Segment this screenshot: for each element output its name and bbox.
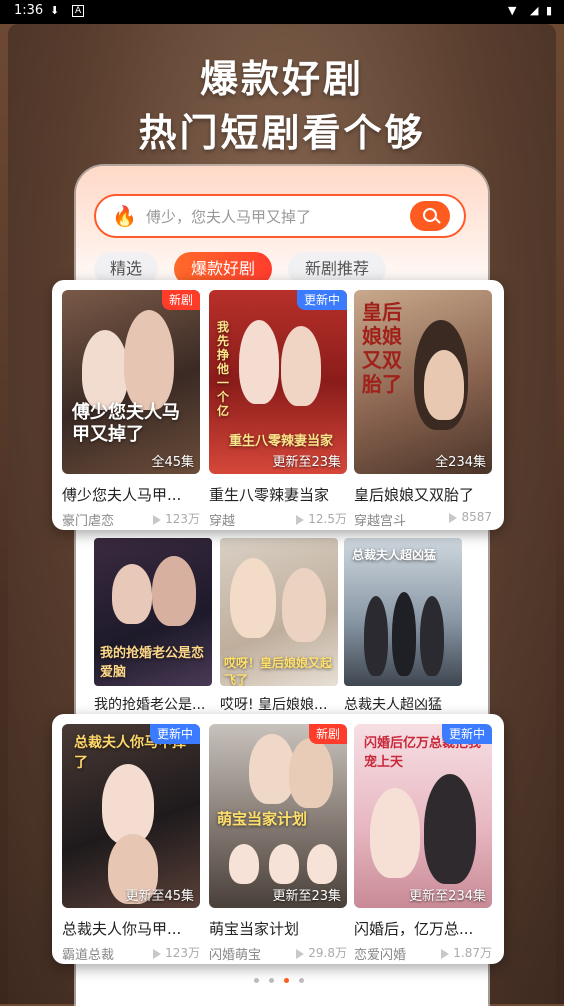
status-badge: 新剧 xyxy=(161,290,200,310)
page-dot[interactable] xyxy=(254,978,259,983)
play-count: 123万 xyxy=(153,510,200,527)
play-icon xyxy=(441,948,450,959)
poster-title-text: 傅少您夫人马甲又掉了 xyxy=(72,402,180,445)
genre-tag: 穿越宫斗 xyxy=(354,514,407,529)
play-count: 29.8万 xyxy=(296,944,347,961)
page-dot[interactable] xyxy=(299,978,304,983)
page-dot[interactable] xyxy=(269,978,274,983)
drama-title: 闪婚后，亿万总... xyxy=(354,920,474,938)
drama-title: 傅少您夫人马甲... xyxy=(62,486,182,504)
status-badge: 新剧 xyxy=(308,724,347,744)
fire-icon: 🔥 xyxy=(112,204,137,228)
drama-poster: 我的抢婚老公是恋爱脑 xyxy=(94,538,212,686)
play-icon xyxy=(296,948,305,959)
drama-poster: 闪婚后亿万总裁把我宠上天 更新中 更新至234集 xyxy=(354,724,492,908)
poster-title-text: 哎呀！皇后娘娘又起飞了 xyxy=(224,656,333,686)
drama-title: 哎呀! 皇后娘娘... xyxy=(220,697,328,713)
drama-poster: 傅少您夫人马甲又掉了 新剧 全45集 xyxy=(62,290,200,474)
battery-icon: ▮ xyxy=(546,4,553,17)
search-input[interactable] xyxy=(144,204,398,230)
drama-poster: 我先挣他一个亿 重生八零辣妻当家 更新中 更新至23集 xyxy=(209,290,347,474)
drama-poster: 总裁夫人超凶猛 xyxy=(344,538,462,686)
episode-count: 更新至23集 xyxy=(272,889,341,904)
search-bar[interactable]: 🔥 xyxy=(94,194,466,238)
app-notification-icon: A xyxy=(72,5,85,17)
promo-headline: 爆款好剧 xyxy=(199,57,364,101)
poster-title-text: 皇后娘娘又双胎了 xyxy=(362,300,402,396)
genre-tag: 霸道总裁 xyxy=(62,948,115,963)
genre-tag: 穿越 xyxy=(209,514,236,529)
episode-count: 更新至234集 xyxy=(409,889,486,904)
play-count: 12.5万 xyxy=(296,510,347,527)
drama-poster: 哎呀！皇后娘娘又起飞了 xyxy=(220,538,338,686)
episode-count: 全45集 xyxy=(151,455,194,470)
episode-count: 更新至45集 xyxy=(125,889,194,904)
poster-title-text: 萌宝当家计划 xyxy=(217,810,308,828)
featured-row-top: 傅少您夫人马甲又掉了 新剧 全45集 傅少您夫人马甲... 豪门虐恋 123万 … xyxy=(52,280,504,530)
episode-count: 全234集 xyxy=(435,455,486,470)
play-icon xyxy=(449,512,458,523)
status-badge: 更新中 xyxy=(441,724,492,744)
play-icon xyxy=(153,514,162,525)
page-dot-active[interactable] xyxy=(284,978,289,983)
promo-subheadline: 热门短剧看个够 xyxy=(138,111,426,155)
genre-tag: 恋爱闪婚 xyxy=(354,948,407,963)
drama-poster: 总裁夫人你马甲掉了 更新中 更新至45集 xyxy=(62,724,200,908)
genre-tag: 豪门虐恋 xyxy=(62,514,115,529)
status-bar: 1:36 ⬇ A ▼ ◢ ▮ xyxy=(0,0,564,24)
play-icon xyxy=(153,948,162,959)
drama-title: 重生八零辣妻当家 xyxy=(209,486,330,504)
poster-title-text: 总裁夫人超凶猛 xyxy=(352,548,437,562)
play-count: 1.87万 xyxy=(441,944,492,961)
drama-title: 我的抢婚老公是... xyxy=(94,697,206,713)
poster-title-text: 我的抢婚老公是恋爱脑 xyxy=(100,646,205,680)
poster-title-text: 重生八零辣妻当家 xyxy=(229,434,334,449)
featured-row-bottom: 总裁夫人你马甲掉了 更新中 更新至45集 总裁夫人你马甲... 霸道总裁 123… xyxy=(52,714,504,964)
status-badge: 更新中 xyxy=(149,724,200,744)
status-time: 1:36 xyxy=(14,3,44,18)
episode-count: 更新至23集 xyxy=(272,455,341,470)
download-icon: ⬇ xyxy=(50,4,60,17)
play-count: 8587 xyxy=(449,510,492,524)
drama-title: 总裁夫人你马甲... xyxy=(62,920,182,938)
status-badge: 更新中 xyxy=(296,290,347,310)
drama-title: 萌宝当家计划 xyxy=(209,920,300,938)
play-icon xyxy=(296,514,305,525)
drama-title: 总裁夫人超凶猛 xyxy=(344,697,442,713)
wifi-icon: ▼ xyxy=(508,4,517,17)
genre-tag: 闪婚萌宝 xyxy=(209,948,262,963)
drama-poster: 皇后娘娘又双胎了 全234集 xyxy=(354,290,492,474)
drama-poster: 萌宝当家计划 新剧 更新至23集 xyxy=(209,724,347,908)
search-button[interactable] xyxy=(410,201,450,231)
signal-icon: ◢ xyxy=(530,4,539,17)
play-count: 123万 xyxy=(153,944,200,961)
drama-title: 皇后娘娘又双胎了 xyxy=(354,486,475,504)
